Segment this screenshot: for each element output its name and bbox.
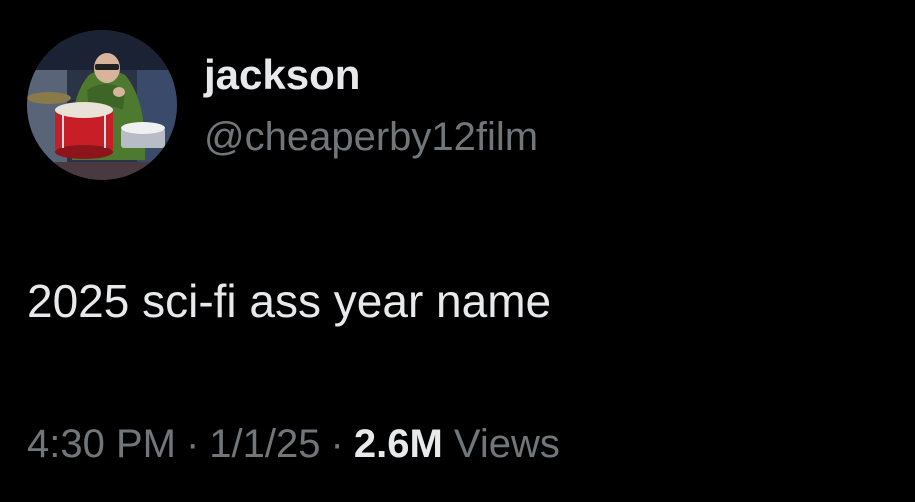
tweet-time[interactable]: 4:30 PM — [27, 422, 176, 466]
avatar[interactable] — [27, 30, 177, 180]
views-count[interactable]: 2.6M — [354, 422, 443, 466]
meta-separator: · — [330, 422, 344, 466]
user-handle[interactable]: @cheaperby12film — [204, 113, 538, 161]
tweet: jackson @cheaperby12film 2025 sci-fi ass… — [0, 0, 915, 502]
views-label: Views — [453, 422, 560, 466]
tweet-meta: 4:30 PM · 1/1/25 · 2.6M Views — [27, 419, 560, 469]
display-name[interactable]: jackson — [204, 50, 360, 100]
tweet-date[interactable]: 1/1/25 — [209, 422, 320, 466]
tweet-text: 2025 sci-fi ass year name — [27, 275, 552, 327]
avatar-image — [27, 30, 177, 180]
meta-separator: · — [185, 422, 200, 466]
